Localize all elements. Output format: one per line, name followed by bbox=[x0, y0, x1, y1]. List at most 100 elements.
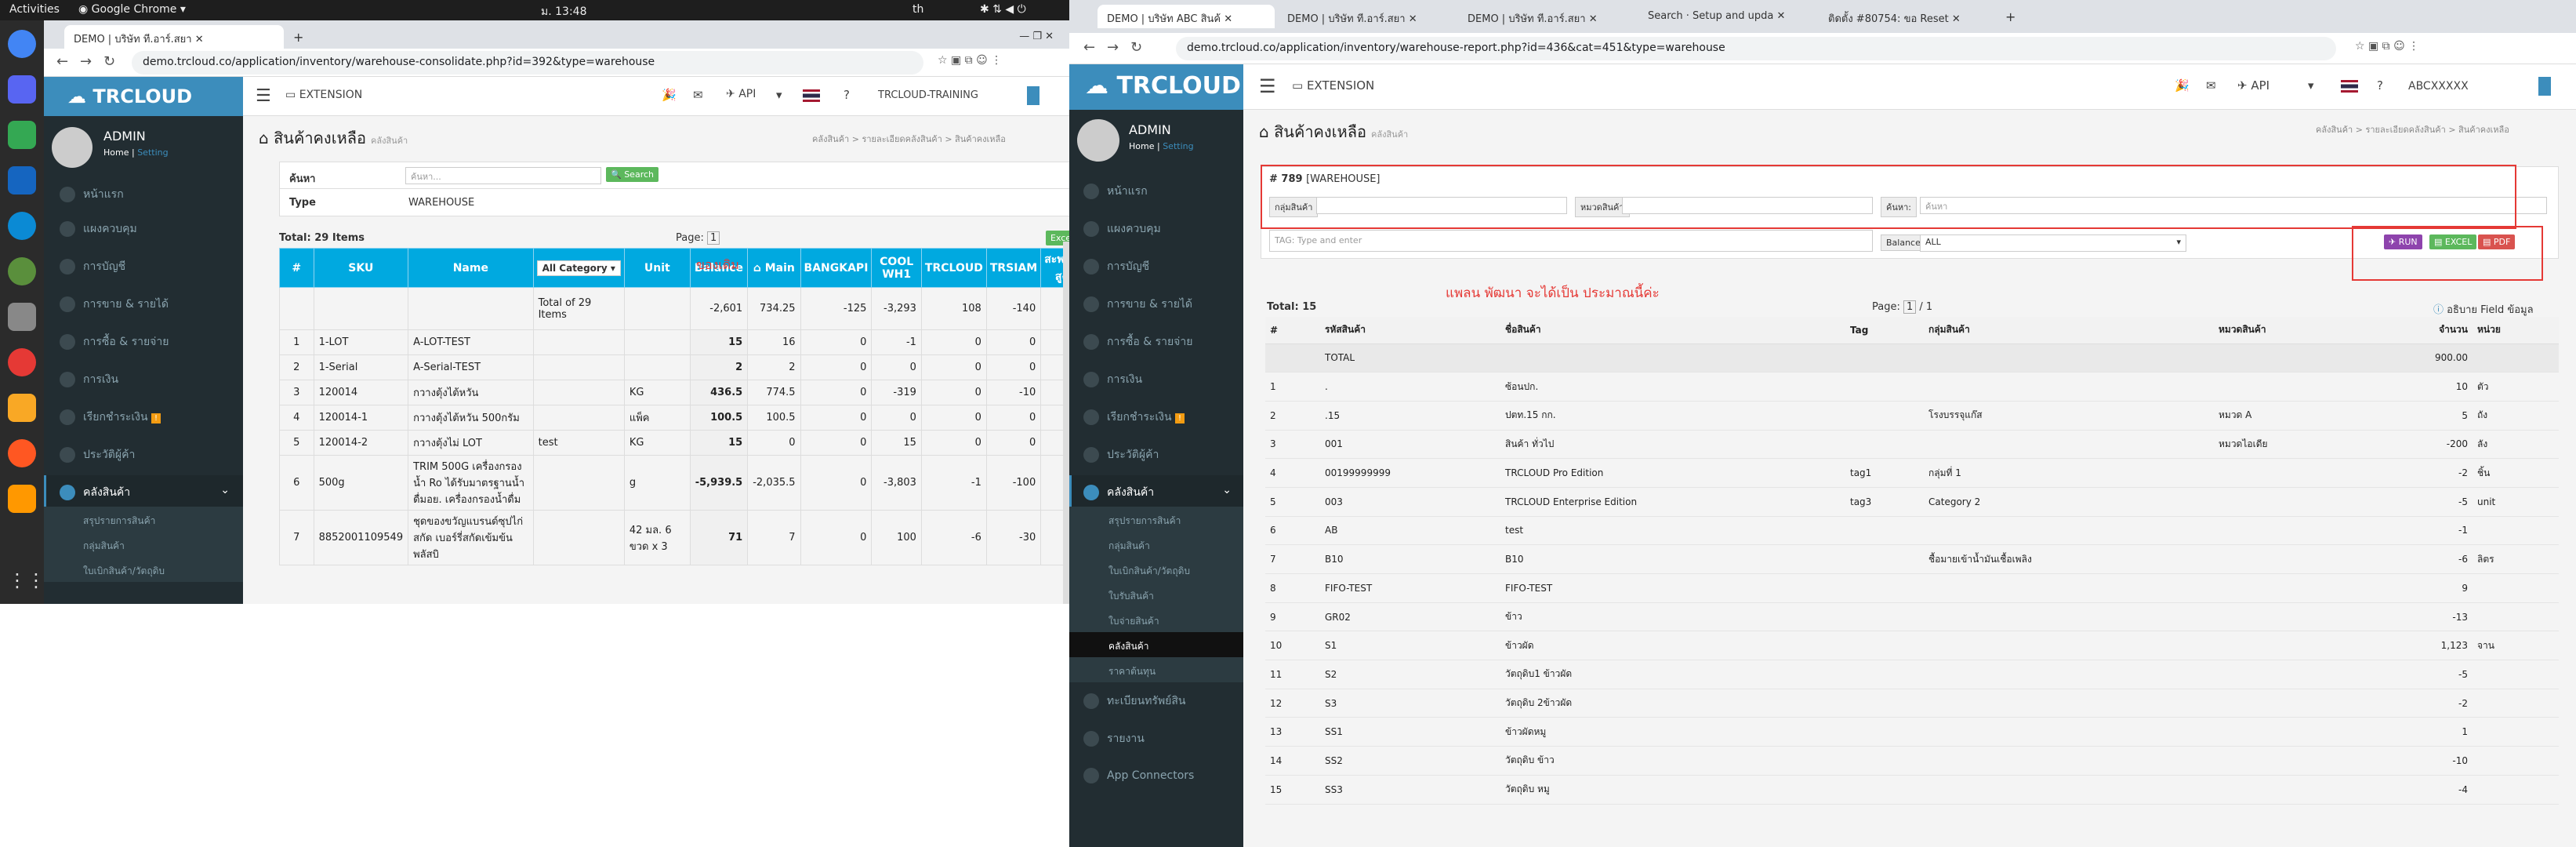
reload-icon[interactable]: ↻ bbox=[103, 53, 115, 70]
sidebar-item-billing[interactable]: เรียกชำระเงิน ! bbox=[44, 400, 243, 431]
sidebar-item-home[interactable]: หน้าแรก bbox=[1069, 174, 1243, 205]
new-tab-button[interactable]: + bbox=[1999, 5, 2023, 28]
app2-dock-icon[interactable] bbox=[8, 348, 36, 376]
back-icon[interactable]: ← bbox=[56, 53, 68, 70]
submenu-item[interactable]: กลุ่มสินค้า bbox=[44, 532, 243, 557]
new-tab-button[interactable]: + bbox=[287, 25, 310, 49]
sidebar-item-billing[interactable]: เรียกชำระเงิน ! bbox=[1069, 400, 1243, 431]
table-row[interactable]: 7 B10 B10 ชื้อมายเข้าน้ำมันเชื้อเพลิง -6 ลิตร bbox=[1265, 544, 2559, 574]
company-name[interactable]: TRCLOUD-TRAINING bbox=[878, 89, 978, 101]
help-icon[interactable]: ? bbox=[2377, 78, 2383, 93]
submenu-item[interactable]: สรุปรายการสินค้า bbox=[44, 507, 243, 532]
extension-link[interactable]: ▭ EXTENSION bbox=[285, 89, 362, 101]
chrome-app-menu[interactable]: ◉ Google Chrome ▾ bbox=[78, 3, 186, 16]
docs-dock-icon[interactable] bbox=[8, 166, 36, 194]
table-row[interactable]: 10 S1 ข้าวผัด 1,123 จาน bbox=[1265, 631, 2559, 661]
sidebar-item-inventory[interactable]: คลังสินค้า ⌄ bbox=[1069, 475, 1243, 507]
close-icon[interactable]: ✕ bbox=[195, 34, 204, 45]
submenu-item[interactable]: ใบเบิกสินค้า/วัตถุดิบ bbox=[1069, 557, 1243, 582]
table-row[interactable]: 4 120014-1 กวางตุ้งไต้หวัน 500กรัม แพ็ค 100.… bbox=[279, 405, 1069, 431]
activities-button[interactable]: Activities bbox=[9, 3, 60, 16]
system-tray-icons[interactable]: ✱ ⇅ ◀ ⏻ bbox=[980, 3, 1026, 16]
balance-select[interactable]: ALL ▾ bbox=[1920, 234, 2186, 252]
table-row[interactable]: 21-SerialA-Serial-TEST2200000 bbox=[279, 354, 1069, 380]
search-input[interactable]: ค้นหา... bbox=[405, 167, 601, 184]
extensions-icons[interactable]: ☆ ▣ ⧉ ☺ ⋮ bbox=[938, 54, 1002, 67]
table-row[interactable]: 11-LOTA-LOT-TEST15160-1000 bbox=[279, 329, 1069, 355]
extensions-icons[interactable]: ☆ ▣ ⧉ ☺ ⋮ bbox=[2355, 40, 2419, 53]
sidebar-item-assets[interactable]: ทะเบียนทรัพย์สิน bbox=[1069, 684, 1243, 715]
table-row[interactable]: 14 SS2 วัตถุดิบ ข้าว -10 bbox=[1265, 746, 2559, 776]
submenu-item[interactable]: ราคาต้นทุน bbox=[1069, 657, 1243, 682]
dropdown-icon[interactable]: ▾ bbox=[2308, 78, 2314, 93]
tab-1[interactable]: DEMO | บริษัท ABC สินค้ ✕ bbox=[1098, 5, 1275, 28]
sidebar-item-sales[interactable]: การขาย & รายได้ bbox=[1069, 287, 1243, 318]
sidebar-item-sales[interactable]: การขาย & รายได้ bbox=[44, 287, 243, 318]
pagination[interactable]: Page: 1 / 1 bbox=[1872, 300, 1932, 314]
sidebar-item-finance[interactable]: การเงิน bbox=[1069, 362, 1243, 394]
breadcrumb[interactable]: คลังสินค้า > รายละเอียดคลังสินค้า > สินค… bbox=[2316, 122, 2509, 136]
table-row[interactable]: 9 GR02 ข้าว -13 bbox=[1265, 602, 2559, 632]
breadcrumb[interactable]: คลังสินค้า > รายละเอียดคลังสินค้า > สินค… bbox=[812, 132, 1006, 146]
app-dock-icon[interactable] bbox=[8, 212, 36, 240]
table-row[interactable]: 6 AB test -1 bbox=[1265, 516, 2559, 546]
sidebar-item-reports[interactable]: รายงาน bbox=[1069, 722, 1243, 753]
mail-icon[interactable]: ✉ bbox=[2206, 78, 2216, 93]
submenu-item[interactable]: ใบรับสินค้า bbox=[1069, 582, 1243, 607]
sidebar-item-app-connectors[interactable]: App Connectors bbox=[1069, 759, 1243, 791]
extension-link[interactable]: ▭ EXTENSION bbox=[1292, 78, 1374, 93]
category-select[interactable]: All Category ▾ bbox=[536, 260, 621, 276]
table-row[interactable]: 5 003 TRCLOUD Enterprise Edition tag3 Catego… bbox=[1265, 487, 2559, 517]
tab-4[interactable]: Search · Setup and upda ✕ bbox=[1638, 5, 1816, 28]
sidebar-item-dashboard[interactable]: แผงควบคุม bbox=[1069, 212, 1243, 243]
submenu-item[interactable]: สรุปรายการสินค้า bbox=[1069, 507, 1243, 532]
tab-5[interactable]: ติดตั้ง #80754: ขอ Reset ✕ bbox=[1819, 5, 1996, 28]
setting-link[interactable]: Setting bbox=[137, 147, 168, 158]
table-row[interactable]: 15 SS3 วัตถุดิบ หมู -4 bbox=[1265, 775, 2559, 805]
sidebar-item-home[interactable]: หน้าแรก bbox=[44, 177, 243, 209]
sidebar-item-accounting[interactable]: การบัญชี bbox=[1069, 249, 1243, 281]
sidebar-item-inventory[interactable]: คลังสินค้า ⌄ bbox=[44, 475, 243, 507]
table-row[interactable]: 4 00199999999 TRCLOUD Pro Edition tag1 กลุ่ม… bbox=[1265, 458, 2559, 488]
reload-icon[interactable]: ↻ bbox=[1130, 39, 1142, 56]
thai-flag-icon[interactable] bbox=[2341, 80, 2358, 93]
table-row[interactable]: 5120014-2กวางตุ้งไม่ LOTtestKG150015000 bbox=[279, 430, 1069, 456]
sheets-dock-icon[interactable] bbox=[8, 121, 36, 149]
sidebar-item-vendor[interactable]: ประวัติผู้ค้า bbox=[44, 438, 243, 469]
api-link[interactable]: ✈ API bbox=[726, 88, 756, 100]
user-icon[interactable] bbox=[2538, 77, 2551, 96]
pagination[interactable]: Page: 1 bbox=[676, 231, 720, 245]
forward-icon[interactable]: → bbox=[1107, 39, 1119, 56]
vlc-dock-icon[interactable] bbox=[8, 485, 36, 513]
company-name[interactable]: ABCXXXXX bbox=[2408, 80, 2469, 93]
main-header[interactable]: ⌂ Main bbox=[747, 248, 801, 288]
home-link[interactable]: Home bbox=[1129, 141, 1154, 151]
mail-icon[interactable]: ✉ bbox=[693, 88, 703, 102]
user-icon[interactable] bbox=[1027, 86, 1039, 105]
table-row[interactable]: 8 FIFO-TEST FIFO-TEST 9 bbox=[1265, 573, 2559, 603]
tab-2[interactable]: DEMO | บริษัท ที.อาร์.สยา ✕ bbox=[1278, 5, 1455, 28]
tab-3[interactable]: DEMO | บริษัท ที.อาร์.สยา ✕ bbox=[1458, 5, 1635, 28]
thai-flag-icon[interactable] bbox=[803, 89, 820, 102]
sidebar-item-vendor[interactable]: ประวัติผู้ค้า bbox=[1069, 438, 1243, 469]
url-input[interactable]: demo.trcloud.co/application/inventory/wa… bbox=[1176, 37, 2336, 60]
brand-logo[interactable]: ☁ TRCLOUD bbox=[44, 77, 243, 116]
help-icon[interactable]: ? bbox=[844, 88, 850, 102]
table-row[interactable]: 3 001 สินค้า ทั่วไป หมวดไอเดีย -200 ลัง bbox=[1265, 430, 2559, 460]
forward-icon[interactable]: → bbox=[80, 53, 92, 70]
discord-dock-icon[interactable] bbox=[8, 75, 36, 104]
table-row[interactable]: 2.15 ปตท.15 กก. โรงบรรจุแก๊ส หมวด A 5 ถัง bbox=[1265, 401, 2559, 431]
table-row[interactable]: 11 S2 วัตถุดิบ1 ข้าวผัด -5 bbox=[1265, 660, 2559, 689]
sidebar-item-accounting[interactable]: การบัญชี bbox=[44, 249, 243, 281]
table-row[interactable]: 13 SS1 ข้าวผัดหมู 1 bbox=[1265, 717, 2559, 747]
scrollbar[interactable] bbox=[1063, 242, 1069, 604]
url-input[interactable]: demo.trcloud.co/application/inventory/wa… bbox=[132, 51, 923, 75]
table-row[interactable]: 12 S3 วัตถุดิบ 2ข้าวผัด -2 bbox=[1265, 689, 2559, 718]
table-row[interactable]: 6 500g TRIM 500G เครื่องกรองน้ำ Ro ได้รับม… bbox=[279, 455, 1069, 511]
tab-demo[interactable]: DEMO | บริษัท ที.อาร์.สยา ✕ bbox=[64, 25, 284, 49]
clock[interactable]: ม. 13:48 bbox=[541, 3, 586, 20]
api-link[interactable]: ✈ API bbox=[2237, 78, 2269, 93]
sidebar-item-purchase[interactable]: การซื้อ & รายจ่าย bbox=[1069, 325, 1243, 356]
party-icon[interactable]: 🎉 bbox=[662, 88, 677, 102]
calculator-dock-icon[interactable] bbox=[8, 303, 36, 331]
